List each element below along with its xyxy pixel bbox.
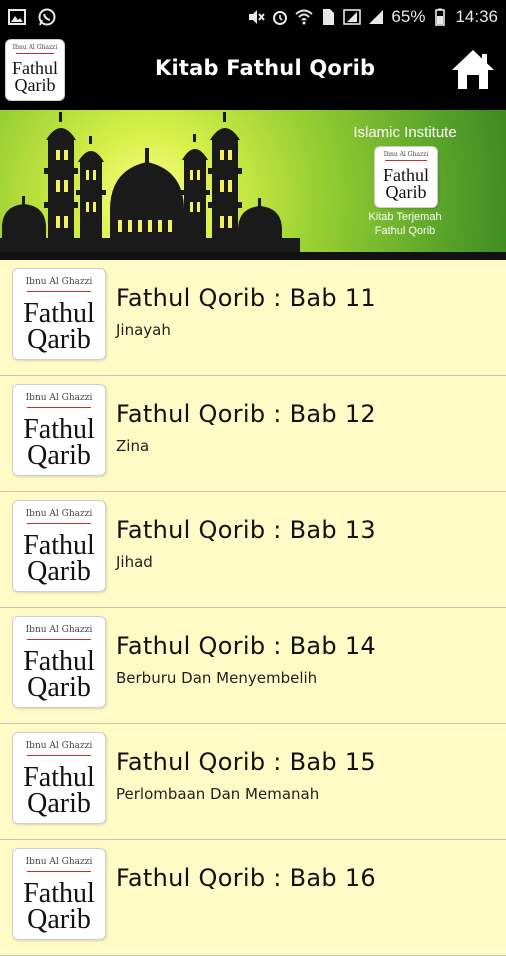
list-item-title: Fathul Qorib : Bab 13 [116,516,376,544]
thumb-line2: Qarib [27,556,91,587]
banner-logo: Ibnu Al Ghazzi Fathul Qarib [374,146,438,208]
institute-label: Islamic Institute [353,124,457,141]
mosque-illustration [0,112,300,252]
thumb-line2: Qarib [27,672,91,703]
thumb-line1: Fathul [23,878,95,909]
image-icon [8,9,26,25]
app-logo: Ibnu Al Ghazzi Fathul Qarib [5,39,65,101]
list-item-subtitle: Jihad [116,553,153,571]
wifi-icon [295,9,314,25]
thumb-author: Ibnu Al Ghazzi [25,277,93,287]
book-thumbnail: Ibnu Al Ghazzi Fathul Qarib [12,268,106,360]
thumb-author: Ibnu Al Ghazzi [25,393,93,403]
battery-icon [435,8,446,26]
list-item-title: Fathul Qorib : Bab 16 [116,864,376,892]
list-item-bab-15[interactable]: Ibnu Al Ghazzi Fathul Qarib Fathul Qorib… [0,724,506,840]
sim-icon [323,9,335,25]
banner-logo-author: Ibnu Al Ghazzi [383,151,429,158]
list-item-title: Fathul Qorib : Bab 12 [116,400,376,428]
book-thumbnail: Ibnu Al Ghazzi Fathul Qarib [12,500,106,592]
banner-logo-line2: Qarib [385,182,427,202]
status-bar: 65% 14:36 [0,0,506,36]
list-item-bab-14[interactable]: Ibnu Al Ghazzi Fathul Qarib Fathul Qorib… [0,608,506,724]
list-item-subtitle: Zina [116,437,150,455]
logo-author: Ibnu Al Ghazzi [12,44,58,51]
list-item-bab-12[interactable]: Ibnu Al Ghazzi Fathul Qarib Fathul Qorib… [0,376,506,492]
thumb-line2: Qarib [27,324,91,355]
list-item-title: Fathul Qorib : Bab 11 [116,284,376,312]
list-item-subtitle: Perlombaan Dan Memanah [116,785,320,803]
thumb-author: Ibnu Al Ghazzi [25,741,93,751]
thumb-author: Ibnu Al Ghazzi [25,625,93,635]
thumb-author: Ibnu Al Ghazzi [25,857,93,867]
thumb-line2: Qarib [27,788,91,819]
battery-percent: 65% [391,7,426,26]
app-bar: Ibnu Al Ghazzi Fathul Qarib Kitab Fathul… [0,36,506,110]
signal-bars-icon [369,10,384,24]
thumb-author: Ibnu Al Ghazzi [25,509,93,519]
signal-icon [343,9,362,25]
home-button[interactable] [450,48,496,92]
mute-icon [249,10,266,24]
list-item-subtitle: Berburu Dan Menyembelih [116,669,318,687]
logo-line2: Qarib [14,75,56,95]
app-title: Kitab Fathul Qorib [155,56,376,80]
list-item-title: Fathul Qorib : Bab 14 [116,632,376,660]
book-thumbnail: Ibnu Al Ghazzi Fathul Qarib [12,848,106,940]
thumb-line2: Qarib [27,904,91,935]
book-thumbnail: Ibnu Al Ghazzi Fathul Qarib [12,384,106,476]
list-item-bab-11[interactable]: Ibnu Al Ghazzi Fathul Qarib Fathul Qorib… [0,260,506,376]
banner-caption: Kitab Terjemah Fathul Qorib [340,210,470,238]
chapter-list: Ibnu Al Ghazzi Fathul Qarib Fathul Qorib… [0,260,506,956]
list-item-bab-16[interactable]: Ibnu Al Ghazzi Fathul Qarib Fathul Qorib… [0,840,506,956]
banner-divider [0,252,506,260]
list-item-title: Fathul Qorib : Bab 15 [116,748,376,776]
whatsapp-icon [38,8,56,26]
thumb-line2: Qarib [27,440,91,471]
clock: 14:36 [455,7,498,26]
banner-caption-line1: Kitab Terjemah [368,211,442,223]
header-banner: Islamic Institute Ibnu Al Ghazzi Fathul … [0,110,506,252]
book-thumbnail: Ibnu Al Ghazzi Fathul Qarib [12,732,106,824]
list-item-bab-13[interactable]: Ibnu Al Ghazzi Fathul Qarib Fathul Qorib… [0,492,506,608]
alarm-icon [273,11,288,25]
list-item-subtitle: Jinayah [116,321,171,339]
book-thumbnail: Ibnu Al Ghazzi Fathul Qarib [12,616,106,708]
banner-caption-line2: Fathul Qorib [374,225,436,237]
